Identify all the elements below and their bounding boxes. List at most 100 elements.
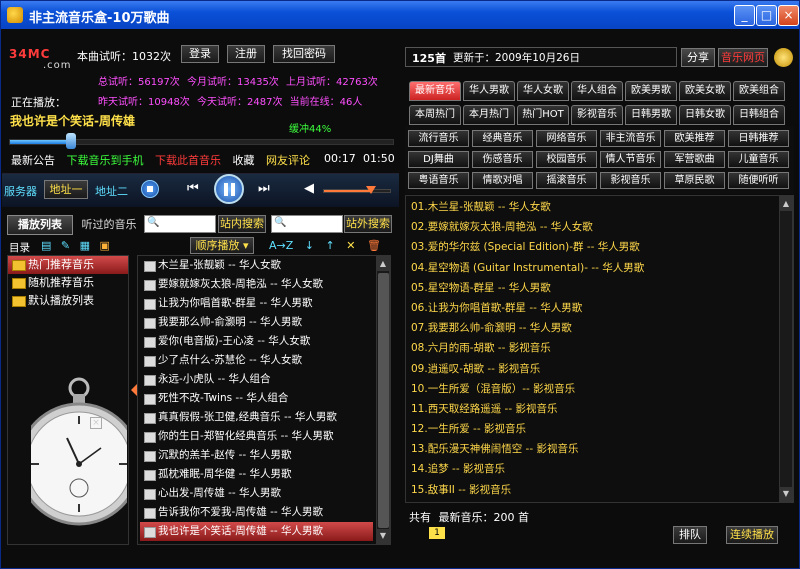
move-up-icon[interactable]: ↑ xyxy=(326,239,335,252)
seek-knob[interactable] xyxy=(66,133,77,149)
tab-history[interactable]: 听过的音乐 xyxy=(77,217,141,235)
playlist-row[interactable]: 心出发-周传雄 -- 华人男歌 xyxy=(140,484,373,503)
notice-link[interactable]: 最新公告 xyxy=(11,154,55,167)
folder-random[interactable]: 随机推荐音乐 xyxy=(8,274,128,292)
maximize-button[interactable]: □ xyxy=(756,5,777,26)
category-tab[interactable]: 欧美女歌 xyxy=(679,81,731,101)
playlist-row[interactable]: 等你 张信哲 -- 华人男歌 xyxy=(140,541,373,544)
song-list-row[interactable]: 11.西天取经路遥遥 -- 影视音乐 xyxy=(409,399,772,419)
playlist-row[interactable]: 告诉我你不爱我-周传雄 -- 华人男歌 xyxy=(140,503,373,522)
scroll-up-icon[interactable]: ▲ xyxy=(377,257,389,271)
playlist-row[interactable]: 你的生日-郑智化经典音乐 -- 华人男歌 xyxy=(140,427,373,446)
song-list-row[interactable]: 05.星空物语-群星 -- 华人男歌 xyxy=(409,278,772,298)
register-button[interactable]: 注册 xyxy=(227,45,265,63)
category-tab[interactable]: 影视音乐 xyxy=(571,105,623,125)
close-button[interactable]: × xyxy=(778,5,799,26)
song-list-row[interactable]: 09.逍遥叹-胡歌 -- 影视音乐 xyxy=(409,359,772,379)
genre-button[interactable]: 非主流音乐 xyxy=(600,130,661,147)
category-tab[interactable]: 日韩男歌 xyxy=(625,105,677,125)
search-input-web[interactable]: 🔍 xyxy=(271,215,343,233)
tab-playlist[interactable]: 播放列表 xyxy=(7,215,73,235)
genre-button[interactable]: 欧美推荐 xyxy=(664,130,725,147)
song-list-row[interactable]: 10.一生所爱（混音版）-- 影视音乐 xyxy=(409,379,772,399)
scroll-down-icon[interactable]: ▼ xyxy=(377,529,389,543)
page-number-button[interactable]: 1 xyxy=(429,527,445,539)
web-search-button[interactable]: 站外搜索 xyxy=(344,215,392,233)
add-list-icon[interactable]: ▦ xyxy=(80,239,90,252)
genre-button[interactable]: 摇滚音乐 xyxy=(536,172,597,189)
category-tab[interactable]: 热门HOT xyxy=(517,105,569,125)
new-folder-icon[interactable]: ▤ xyxy=(41,239,51,252)
song-list-scrollbar[interactable]: ▲ ▼ xyxy=(779,196,793,502)
playlist-scrollbar[interactable]: ▲ ▼ xyxy=(376,256,390,544)
genre-button[interactable]: 情歌对唱 xyxy=(472,172,533,189)
address-two-button[interactable]: 地址二 xyxy=(95,183,128,199)
playlist-row[interactable]: 我要那么帅-俞灏明 -- 华人男歌 xyxy=(140,313,373,332)
song-list-row[interactable]: 08.六月的雨-胡歌 -- 影视音乐 xyxy=(409,338,772,358)
song-list-row[interactable]: 01.木兰星-张靓颖 -- 华人女歌 xyxy=(409,197,772,217)
song-list-row[interactable]: 06.让我为你唱首歌-群星 -- 华人男歌 xyxy=(409,298,772,318)
scroll-down-icon[interactable]: ▼ xyxy=(780,487,792,501)
song-list-row[interactable]: 04.星空物语 (Guitar Instrumental)- -- 华人男歌 xyxy=(409,258,772,278)
genre-button[interactable]: 经典音乐 xyxy=(472,130,533,147)
song-list-row[interactable]: 15.敌事II -- 影视音乐 xyxy=(409,480,772,500)
genre-button[interactable]: 日韩推荐 xyxy=(728,130,789,147)
scroll-up-icon[interactable]: ▲ xyxy=(780,197,792,211)
genre-button[interactable]: 校园音乐 xyxy=(536,151,597,168)
category-tab[interactable]: 欧美组合 xyxy=(733,81,785,101)
playlist-scroll-thumb[interactable] xyxy=(378,273,389,528)
song-list-row[interactable]: 14.追梦 -- 影视音乐 xyxy=(409,459,772,479)
volume-slider[interactable] xyxy=(323,189,391,193)
folder-hot[interactable]: 热门推荐音乐 xyxy=(8,256,128,274)
play-order-select[interactable]: 顺序播放 ▾ xyxy=(190,237,254,254)
category-tab[interactable]: 华人组合 xyxy=(571,81,623,101)
genre-button[interactable]: DJ舞曲 xyxy=(408,151,469,168)
genre-button[interactable]: 影视音乐 xyxy=(600,172,661,189)
sort-az-button[interactable]: A→Z xyxy=(269,239,293,252)
playlist-row[interactable]: 少了点什么-苏慧伦 -- 华人女歌 xyxy=(140,351,373,370)
edit-folder-icon[interactable]: ✎ xyxy=(61,239,70,252)
trash-icon[interactable]: 🗑 xyxy=(367,239,381,252)
web-version-button[interactable]: 音乐网页 xyxy=(718,48,768,67)
song-list-row[interactable]: 03.爱的华尔兹 (Special Edition)-群 -- 华人男歌 xyxy=(409,237,772,257)
song-list-row[interactable]: 13.配乐漫天神佛闹悟空 -- 影视音乐 xyxy=(409,439,772,459)
search-input-site[interactable]: 🔍 xyxy=(144,215,216,233)
playlist-row[interactable]: 永远-小虎队 -- 华人组合 xyxy=(140,370,373,389)
category-tab[interactable]: 华人男歌 xyxy=(463,81,515,101)
download-song-link[interactable]: 下载此首音乐 xyxy=(155,154,221,167)
playlist-row[interactable]: 要嫁就嫁灰太狼-周艳泓 -- 华人女歌 xyxy=(140,275,373,294)
site-search-button[interactable]: 站内搜索 xyxy=(218,215,266,233)
category-tab[interactable]: 日韩女歌 xyxy=(679,105,731,125)
genre-button[interactable]: 草原民歌 xyxy=(664,172,725,189)
genre-button[interactable]: 流行音乐 xyxy=(408,130,469,147)
login-button[interactable]: 登录 xyxy=(181,45,219,63)
playlist-row[interactable]: 我也许是个笑话-周传雄 -- 华人男歌 xyxy=(140,522,373,541)
playlist-row[interactable]: 木兰星-张靓颖 -- 华人女歌 xyxy=(140,256,373,275)
continuous-play-button[interactable]: 连续播放 xyxy=(726,526,778,544)
category-tab[interactable]: 本月热门 xyxy=(463,105,515,125)
close-watch-icon[interactable]: × xyxy=(90,417,102,429)
favorite-link[interactable]: 收藏 xyxy=(233,154,255,167)
category-tab[interactable]: 最新音乐 xyxy=(409,81,461,101)
volume-icon[interactable]: ◀ xyxy=(304,181,314,196)
pause-button[interactable] xyxy=(214,174,244,204)
playlist-row[interactable]: 真真假假-张卫健,经典音乐 -- 华人男歌 xyxy=(140,408,373,427)
find-password-button[interactable]: 找回密码 xyxy=(273,45,335,63)
previous-button[interactable]: ⏮ xyxy=(187,181,199,196)
volume-knob[interactable] xyxy=(365,186,376,194)
category-tab[interactable]: 华人女歌 xyxy=(517,81,569,101)
genre-button[interactable]: 随便听听 xyxy=(728,172,789,189)
genre-button[interactable]: 军营歌曲 xyxy=(664,151,725,168)
remove-icon[interactable]: ✕ xyxy=(346,239,355,252)
category-tab[interactable]: 日韩组合 xyxy=(733,105,785,125)
delete-folder-icon[interactable]: ▣ xyxy=(100,239,110,252)
next-button[interactable]: ⏭ xyxy=(258,181,270,196)
category-tab[interactable]: 本周热门 xyxy=(409,105,461,125)
playlist-row[interactable]: 孤枕难眠-周华健 -- 华人男歌 xyxy=(140,465,373,484)
comments-link[interactable]: 网友评论 xyxy=(266,154,310,167)
genre-button[interactable]: 儿童音乐 xyxy=(728,151,789,168)
smiley-icon[interactable] xyxy=(774,48,793,67)
playlist-row[interactable]: 让我为你唱首歌-群星 -- 华人男歌 xyxy=(140,294,373,313)
minimize-button[interactable]: _ xyxy=(734,5,755,26)
sort-button[interactable]: 排队 xyxy=(673,526,707,544)
